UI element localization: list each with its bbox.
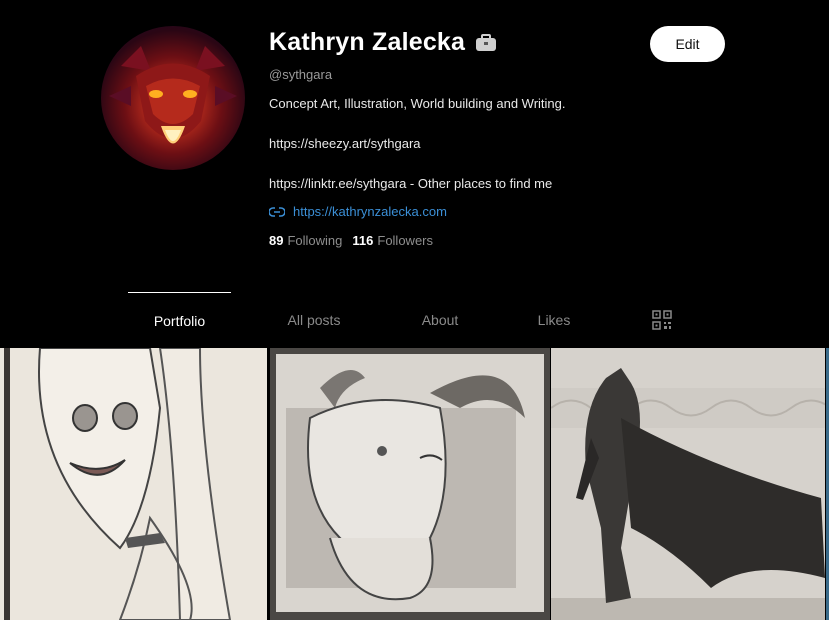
gallery-thumbnail[interactable] xyxy=(270,348,550,620)
avatar[interactable] xyxy=(101,26,245,170)
qr-code-icon[interactable] xyxy=(646,292,678,348)
dragon-avatar-icon xyxy=(109,46,237,144)
briefcase-icon xyxy=(475,33,497,53)
followers-label: Followers xyxy=(377,233,433,248)
profile-bio: Concept Art, Illustration, World buildin… xyxy=(269,96,566,216)
profile-name: Kathryn Zalecka xyxy=(269,28,466,56)
tab-about[interactable]: About xyxy=(404,292,476,348)
tab-portfolio[interactable]: Portfolio xyxy=(128,292,231,349)
followers-stat[interactable]: 116 Followers xyxy=(352,233,433,248)
portfolio-gallery xyxy=(0,348,829,620)
bio-line: https://sheezy.art/sythgara xyxy=(269,136,421,151)
following-stat[interactable]: 89 Following xyxy=(269,233,342,248)
tab-likes[interactable]: Likes xyxy=(518,292,590,348)
following-label: Following xyxy=(287,233,343,248)
link-icon xyxy=(269,206,285,217)
bio-line: https://linktr.ee/sythgara - Other place… xyxy=(269,176,553,191)
website-url[interactable]: https://kathrynzalecka.com xyxy=(293,204,447,219)
gallery-thumbnail[interactable] xyxy=(551,348,825,620)
profile-handle: @sythgara xyxy=(269,67,333,82)
gallery-thumbnail[interactable] xyxy=(0,348,267,620)
following-count: 89 xyxy=(269,233,284,248)
tab-all-posts[interactable]: All posts xyxy=(266,292,362,348)
profile-stats: 89 Following 116 Followers xyxy=(269,233,433,248)
edit-profile-button[interactable]: Edit xyxy=(650,26,725,62)
followers-count: 116 xyxy=(352,233,374,248)
profile-tabs: Portfolio All posts About Likes xyxy=(128,292,688,348)
bio-line: Concept Art, Illustration, World buildin… xyxy=(269,96,566,111)
website-link[interactable]: https://kathrynzalecka.com xyxy=(269,204,447,219)
